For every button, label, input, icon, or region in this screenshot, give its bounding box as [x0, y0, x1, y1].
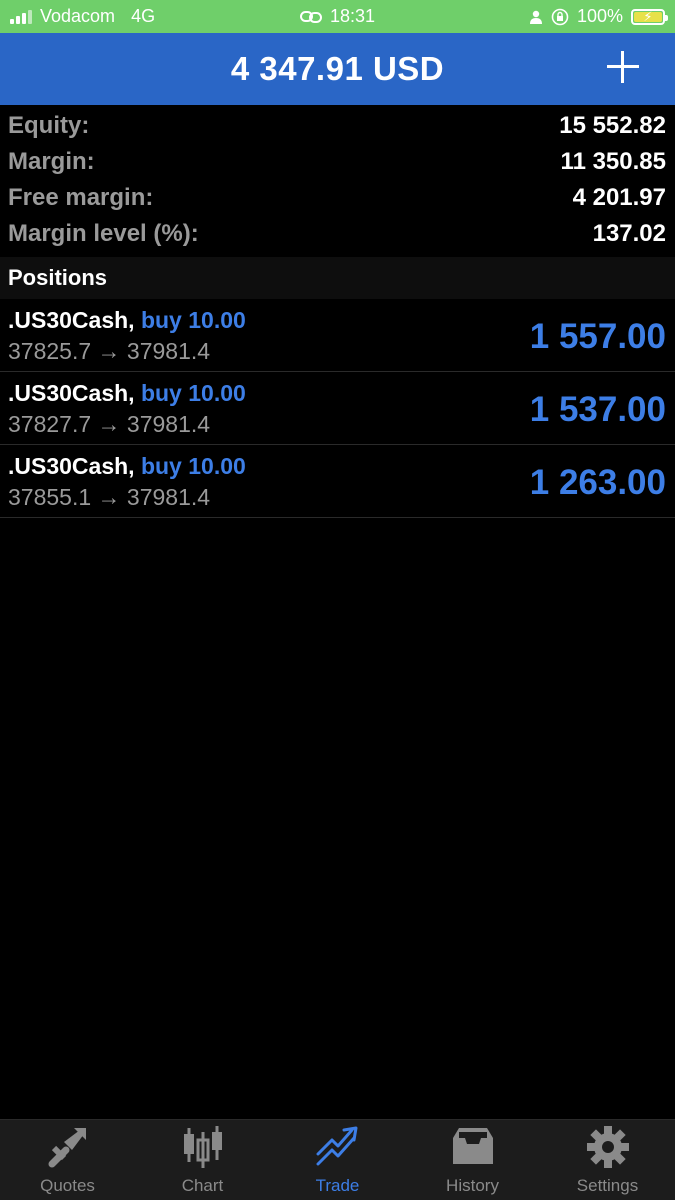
tab-bar: Quotes Chart Trade History Settings [0, 1119, 675, 1200]
position-row[interactable]: .US30Cash, buy 10.00 37825.7 → 37981.4 1… [0, 299, 675, 372]
position-prices: 37855.1 → 37981.4 [8, 484, 211, 510]
tab-label: Chart [181, 1176, 224, 1195]
position-profit: 1 263.00 [529, 463, 666, 502]
candlestick-icon [183, 1126, 222, 1168]
tab-label: Settings [576, 1176, 639, 1195]
signal-icon [10, 9, 32, 24]
summary-row-margin: Margin: 11 350.85 [0, 144, 675, 180]
position-type: buy 10.00 [140, 453, 246, 479]
position-title: .US30Cash, buy 10.00 [8, 453, 246, 480]
position-type: buy 10.00 [140, 307, 246, 333]
status-bar: Vodacom 4G 18:31 100% ⚡ [0, 0, 675, 33]
network-type: 4G [131, 6, 156, 26]
summary-value: 4 201.97 [572, 184, 666, 211]
quotes-icon [48, 1128, 86, 1168]
position-symbol: .US30Cash, [8, 380, 135, 406]
position-profit: 1 537.00 [529, 390, 666, 429]
position-row[interactable]: .US30Cash, buy 10.00 37855.1 → 37981.4 1… [0, 445, 675, 518]
battery-icon: ⚡ [631, 8, 668, 25]
tab-label: History [446, 1176, 499, 1195]
tab-quotes[interactable]: Quotes [0, 1120, 135, 1200]
positions-section-title: Positions [0, 257, 675, 299]
position-title: .US30Cash, buy 10.00 [8, 307, 246, 334]
tab-label: Trade [315, 1176, 360, 1195]
position-row[interactable]: .US30Cash, buy 10.00 37827.7 → 37981.4 1… [0, 372, 675, 445]
gear-icon [586, 1126, 629, 1168]
account-balance: 4 347.91 USD [230, 50, 445, 87]
person-icon [529, 10, 542, 24]
inbox-icon [452, 1128, 493, 1164]
carrier-name: Vodacom [40, 6, 116, 26]
account-summary: Equity: 15 552.82 Margin: 11 350.85 Free… [0, 108, 675, 252]
tab-trade[interactable]: Trade [270, 1120, 405, 1200]
summary-label: Margin level (%): [8, 220, 199, 247]
position-type: buy 10.00 [140, 380, 246, 406]
tab-chart[interactable]: Chart [135, 1120, 270, 1200]
position-title: .US30Cash, buy 10.00 [8, 380, 246, 407]
summary-row-free-margin: Free margin: 4 201.97 [0, 180, 675, 216]
clock: 18:31 [329, 6, 376, 26]
position-symbol: .US30Cash, [8, 453, 135, 479]
summary-label: Equity: [8, 112, 90, 139]
battery-percent: 100% [576, 6, 623, 26]
positions-list: .US30Cash, buy 10.00 37825.7 → 37981.4 1… [0, 299, 675, 518]
summary-label: Free margin: [8, 184, 154, 211]
trade-icon [316, 1126, 357, 1166]
summary-row-equity: Equity: 15 552.82 [0, 108, 675, 144]
tab-settings[interactable]: Settings [540, 1120, 675, 1200]
position-prices: 37825.7 → 37981.4 [8, 338, 211, 364]
link-icon [299, 10, 322, 23]
summary-value: 137.02 [592, 220, 666, 247]
summary-row-margin-level: Margin level (%): 137.02 [0, 216, 675, 252]
position-symbol: .US30Cash, [8, 307, 135, 333]
rotation-lock-icon [551, 8, 569, 25]
position-profit: 1 557.00 [529, 317, 666, 356]
position-prices: 37827.7 → 37981.4 [8, 411, 211, 437]
tab-history[interactable]: History [405, 1120, 540, 1200]
new-order-plus-icon[interactable] [605, 49, 641, 85]
summary-value: 11 350.85 [560, 148, 666, 175]
summary-label: Margin: [8, 148, 95, 175]
tab-label: Quotes [40, 1176, 95, 1195]
account-header: 4 347.91 USD [0, 33, 675, 105]
summary-value: 15 552.82 [559, 112, 666, 139]
